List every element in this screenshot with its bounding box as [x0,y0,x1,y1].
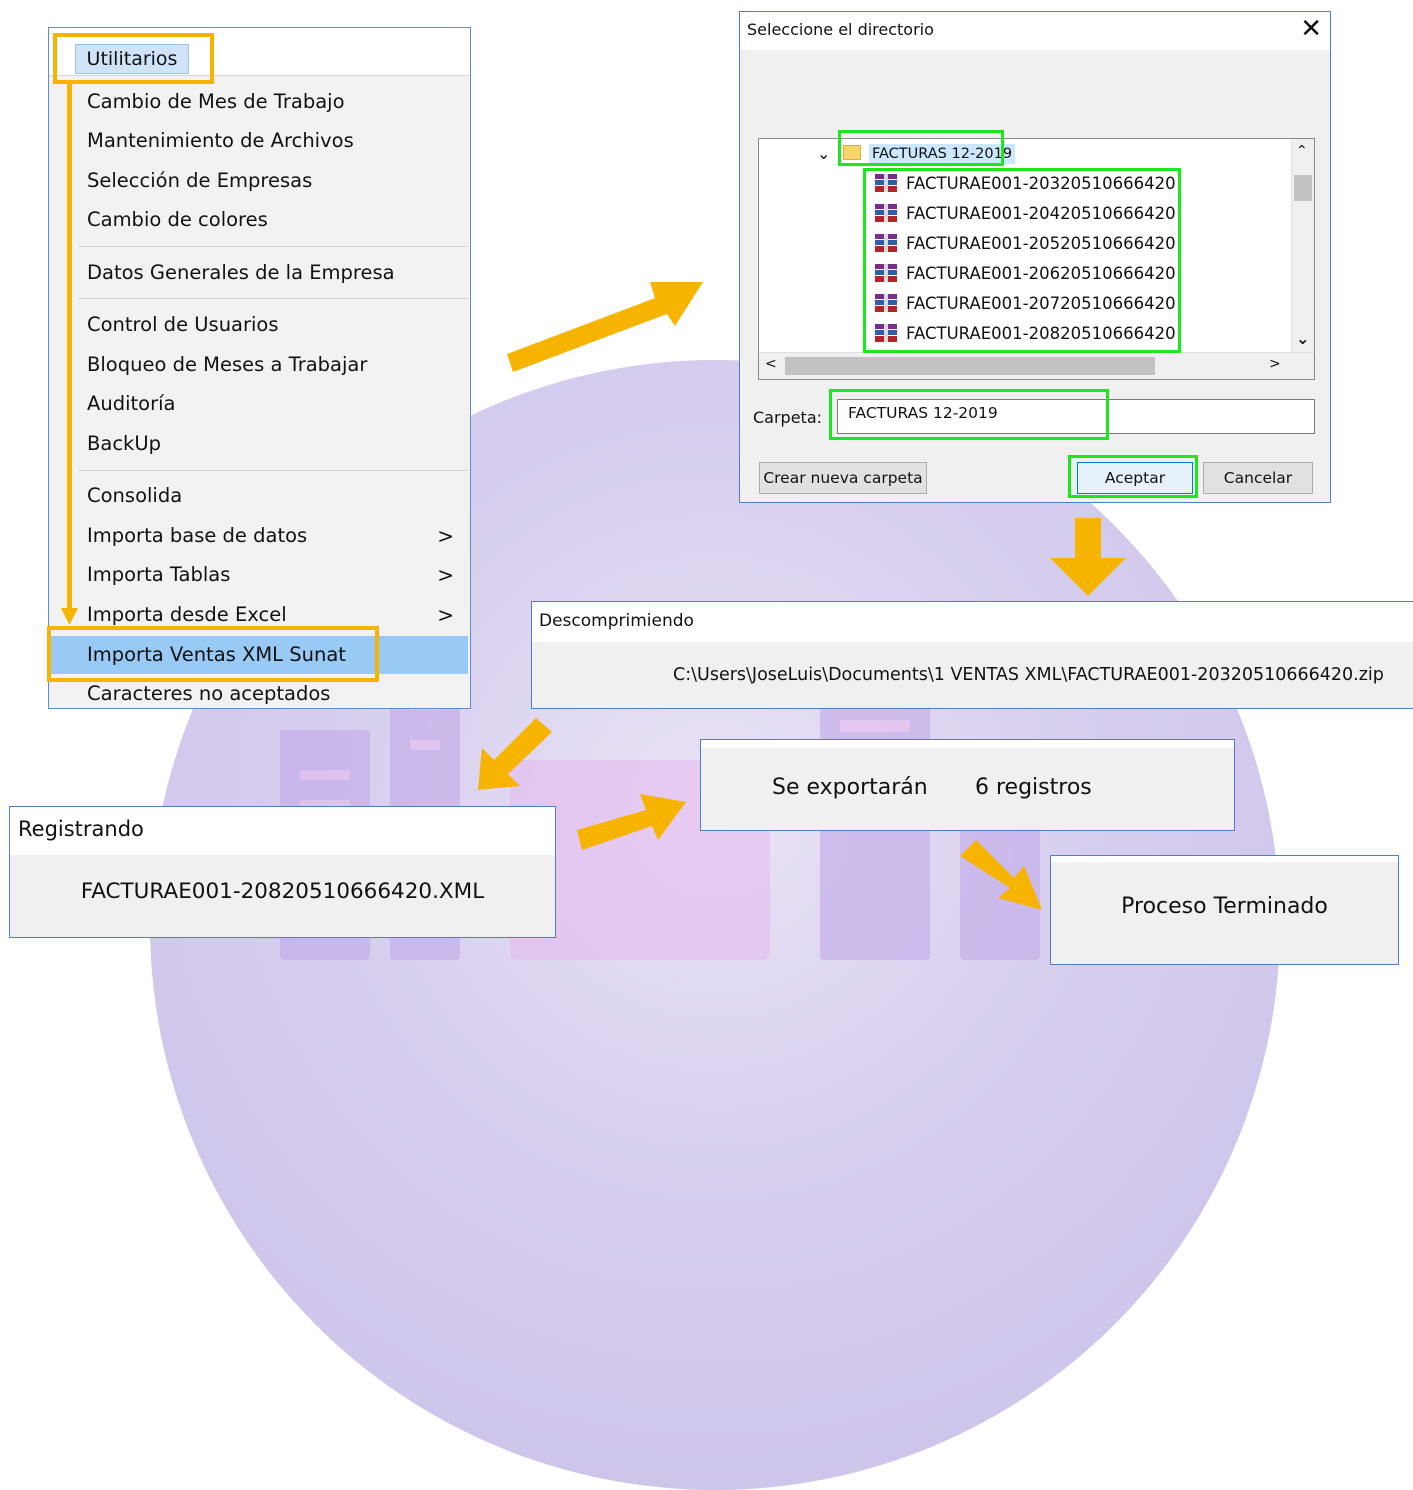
menu-item-importa-base-datos[interactable]: Importa base de datos > [49,517,470,555]
highlight-folder [838,130,1004,166]
menu-item-label: Caracteres no aceptados [87,682,331,705]
done-window: Proceso Terminado [1050,855,1399,965]
scroll-left-icon[interactable]: < [765,356,777,372]
register-title: Registrando [18,817,144,841]
menu-item-backup[interactable]: BackUp [49,425,470,463]
menu-item-label: Selección de Empresas [87,169,313,192]
decompress-titlebar: Descomprimiendo [532,602,1413,642]
menu-item-cambio-colores[interactable]: Cambio de colores [49,201,470,239]
menu-item-label: Control de Usuarios [87,313,279,336]
menu-item-label: Consolida [87,484,183,507]
menu-item-consolida[interactable]: Consolida [49,477,470,515]
menu-item-bloqueo-meses[interactable]: Bloqueo de Meses a Trabajar [49,346,470,384]
menu-item-label: Importa base de datos [87,524,308,547]
menu-item-control-usuarios[interactable]: Control de Usuarios [49,306,470,344]
menu-item-label: BackUp [87,432,161,455]
submenu-arrow-icon: > [437,524,454,548]
highlight-menu-tab [53,33,214,84]
highlight-selected-item [47,626,379,682]
submenu-arrow-icon: > [437,603,454,627]
scrollbar-thumb[interactable] [785,357,1155,375]
scroll-up-icon[interactable]: ⌃ [1296,143,1308,159]
done-titlebar [1051,856,1398,862]
menu-item-importa-tablas[interactable]: Importa Tablas > [49,556,470,594]
menu-item-label: Datos Generales de la Empresa [87,261,395,284]
submenu-arrow-icon: > [437,563,454,587]
expand-chevron-icon[interactable]: ⌄ [817,141,830,167]
export-label: Se exportarán [772,775,928,800]
register-window: Registrando FACTURAE001-20820510666420.X… [9,806,556,938]
menu-item-mantenimiento-archivos[interactable]: Mantenimiento de Archivos [49,122,470,160]
vertical-scrollbar[interactable]: ⌃ ⌄ [1291,139,1314,353]
register-titlebar: Registrando [10,807,555,855]
menu-item-auditoria[interactable]: Auditoría [49,385,470,423]
orange-arrow-right-up-icon [577,794,686,850]
done-message: Proceso Terminado [1121,894,1328,919]
export-count: 6 registros [975,775,1092,800]
menu-item-label: Cambio de colores [87,208,268,231]
orange-arrow-down-right-icon [960,840,1042,910]
horizontal-scrollbar[interactable]: < > [759,352,1314,379]
scrollbar-thumb[interactable] [1294,175,1312,201]
utilitarios-menu: : Utilitarios Cambio de Mes de Trabajo M… [48,27,471,709]
new-folder-button[interactable]: Crear nueva carpeta [759,462,927,494]
export-titlebar [701,740,1234,748]
highlight-accept-button [1068,455,1198,498]
scroll-right-icon[interactable]: > [1269,356,1281,372]
dialog-title: Seleccione el directorio [747,20,934,39]
decompress-window: Descomprimiendo C:\Users\JoseLuis\Docume… [531,601,1413,709]
highlight-files [863,168,1181,353]
menu-item-label: Importa Tablas [87,563,231,586]
orange-arrow-down-icon [1050,518,1126,596]
menu-item-cambio-mes[interactable]: Cambio de Mes de Trabajo [49,83,470,121]
highlight-folder-input [829,389,1109,440]
menu-separator [79,298,468,299]
menu-item-label: Cambio de Mes de Trabajo [87,90,345,113]
menu-separator [79,470,468,471]
scroll-down-icon[interactable]: ⌄ [1296,329,1309,348]
dialog-titlebar: Seleccione el directorio ✕ [740,12,1330,50]
menu-separator [79,246,468,247]
menu-item-label: Importa desde Excel [87,603,287,626]
orange-down-arrow-icon [61,80,78,625]
decompress-path: C:\Users\JoseLuis\Documents\1 VENTAS XML… [673,665,1384,685]
menu-item-label: Bloqueo de Meses a Trabajar [87,353,368,376]
menu-item-seleccion-empresas[interactable]: Selección de Empresas [49,162,470,200]
register-file: FACTURAE001-20820510666420.XML [80,879,485,904]
folder-field-label: Carpeta: [753,408,823,427]
decompress-title: Descomprimiendo [539,611,694,631]
orange-arrow-right-up-icon [507,282,703,372]
orange-arrow-down-left-icon [478,718,552,790]
menu-item-label: Mantenimiento de Archivos [87,129,354,152]
menu-item-datos-generales[interactable]: Datos Generales de la Empresa [49,254,470,292]
cancel-button[interactable]: Cancelar [1203,462,1313,494]
export-window: Se exportarán 6 registros [700,739,1235,831]
close-icon[interactable]: ✕ [1300,14,1322,44]
menu-item-label: Auditoría [87,392,176,415]
